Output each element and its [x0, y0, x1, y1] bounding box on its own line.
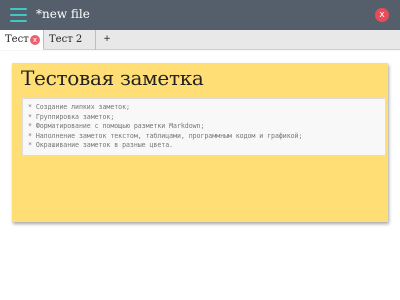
sticky-note[interactable]: Тестовая заметка * Создание липких замет…	[12, 63, 388, 222]
close-window-button[interactable]: x	[375, 8, 389, 22]
menu-bar-line	[10, 20, 27, 22]
tab-test[interactable]: Тест x	[0, 30, 44, 50]
note-line: * Группировка заметок;	[28, 112, 115, 121]
note-line: * Форматирование с помощью разметки Mark…	[28, 122, 205, 131]
tab-test-2[interactable]: Тест 2	[44, 30, 96, 50]
workspace: Тестовая заметка * Создание липких замет…	[0, 51, 400, 300]
note-code-block: * Создание липких заметок; * Группировка…	[22, 98, 386, 156]
note-title: Тестовая заметка	[21, 66, 204, 90]
note-line: * Окрашивание заметок в разные цвета.	[28, 141, 174, 150]
hamburger-menu-icon[interactable]	[10, 8, 27, 22]
window-title: *new file	[36, 7, 90, 21]
add-tab-button[interactable]: +	[100, 30, 114, 50]
note-line: * Наполнение заметок текстом, таблицами,…	[28, 131, 303, 140]
title-bar: *new file x	[0, 0, 400, 30]
tab-bar: Тест x Тест 2 +	[0, 30, 400, 50]
menu-bar-line	[10, 8, 27, 10]
note-line: * Создание липких заметок;	[28, 103, 130, 111]
tab-close-icon[interactable]: x	[30, 35, 40, 45]
tab-label: Тест 2	[49, 34, 83, 45]
tab-label: Тест	[5, 34, 29, 45]
menu-bar-line	[10, 14, 27, 16]
